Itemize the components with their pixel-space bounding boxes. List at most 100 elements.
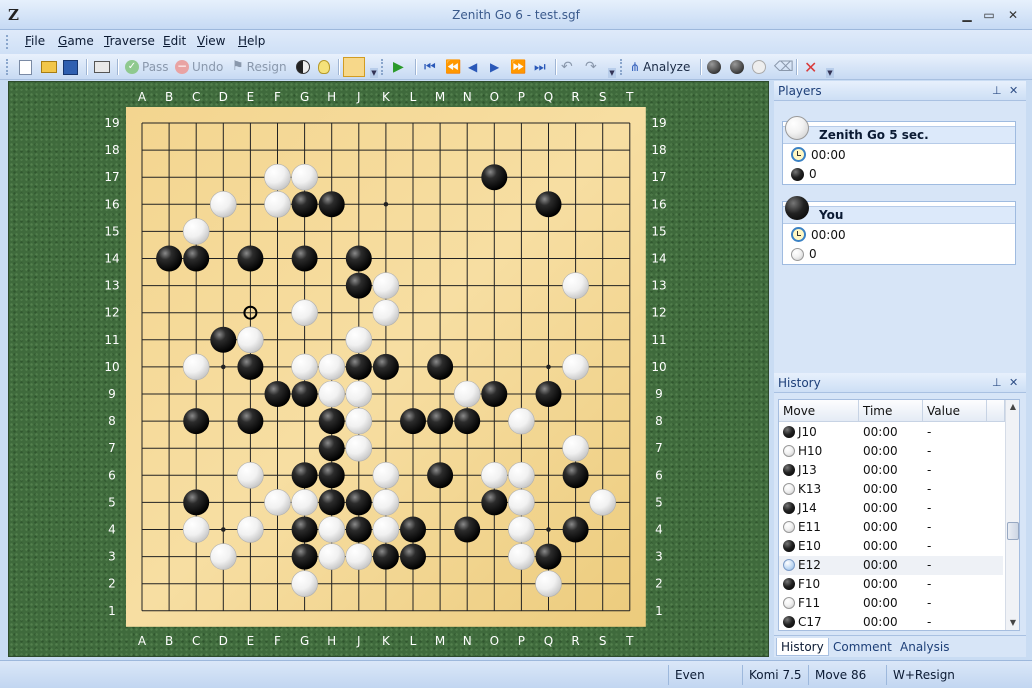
pin-icon[interactable]: ⊥	[992, 376, 1002, 389]
black-stone[interactable]	[156, 245, 183, 272]
black-stone[interactable]	[291, 381, 318, 407]
black-stone[interactable]	[264, 381, 291, 407]
history-row[interactable]: K13 00:00 -	[779, 480, 1003, 499]
toolbar-overflow-icon[interactable]: ▼	[370, 68, 378, 78]
history-row[interactable]: H10 00:00 -	[779, 442, 1003, 461]
black-stone[interactable]	[427, 408, 454, 435]
open-folder-icon[interactable]	[41, 58, 57, 76]
black-stone[interactable]	[345, 245, 372, 272]
minimize-button[interactable]: ▁	[958, 8, 976, 22]
white-stone[interactable]	[264, 489, 291, 516]
menu-file[interactable]: File	[25, 34, 45, 48]
score-icon[interactable]	[296, 58, 310, 76]
white-stone[interactable]	[562, 434, 589, 462]
history-scrollbar[interactable]: ▲ ▼	[1005, 400, 1019, 630]
white-stone[interactable]	[182, 353, 210, 381]
next-move-icon[interactable]: ▶	[490, 58, 499, 76]
white-stone[interactable]	[562, 353, 589, 381]
white-stone[interactable]	[480, 461, 508, 489]
pass-button[interactable]: ✓ Pass	[125, 58, 169, 76]
black-stone[interactable]	[481, 489, 508, 516]
white-stone[interactable]	[210, 543, 237, 570]
black-stone[interactable]	[291, 462, 318, 489]
close-icon[interactable]: ✕	[1009, 376, 1018, 389]
toolbar-overflow-icon[interactable]: ▼	[826, 68, 834, 78]
stones-icon[interactable]	[707, 58, 721, 76]
white-stone[interactable]	[318, 353, 346, 381]
previous-move-icon[interactable]: ◀	[468, 58, 477, 76]
save-icon[interactable]	[63, 58, 78, 76]
hint-bulb-icon[interactable]	[318, 58, 330, 76]
black-stone[interactable]	[291, 543, 318, 570]
print-icon[interactable]	[94, 58, 110, 76]
black-stone[interactable]	[237, 353, 264, 380]
black-stone[interactable]	[237, 245, 264, 272]
white-stone[interactable]	[372, 461, 400, 489]
white-stone[interactable]	[345, 543, 373, 570]
black-stone[interactable]	[454, 516, 481, 543]
black-stone[interactable]	[400, 408, 426, 435]
black-stone[interactable]	[291, 516, 318, 543]
toolbar-overflow-icon[interactable]: ▼	[608, 68, 616, 78]
pin-icon[interactable]: ⊥	[992, 84, 1002, 97]
black-stone[interactable]	[562, 516, 589, 543]
white-stone[interactable]	[345, 326, 373, 354]
first-move-icon[interactable]: ⏮	[424, 58, 436, 76]
white-stone[interactable]	[237, 516, 264, 543]
black-stone[interactable]	[291, 191, 318, 218]
analyze-button[interactable]: ⋔ Analyze	[630, 58, 690, 76]
go-board[interactable]: AABBCCDDEEFFGGHHJJKKLLMMNNOOPPQQRRSSTT19…	[9, 82, 770, 658]
white-stone[interactable]	[508, 461, 535, 489]
white-stone[interactable]	[453, 380, 481, 408]
menu-edit[interactable]: Edit	[163, 34, 186, 48]
black-stone[interactable]	[345, 489, 372, 516]
white-stone-icon[interactable]	[752, 58, 766, 76]
black-stone[interactable]	[237, 408, 264, 435]
black-stone[interactable]	[535, 381, 562, 407]
history-row[interactable]: E10 00:00 -	[779, 537, 1003, 556]
white-stone[interactable]	[562, 272, 589, 299]
white-stone[interactable]	[508, 543, 535, 570]
white-stone[interactable]	[291, 163, 318, 191]
white-stone[interactable]	[345, 434, 373, 462]
white-stone[interactable]	[182, 218, 210, 245]
history-row[interactable]: F11 00:00 -	[779, 594, 1003, 613]
black-stone[interactable]	[318, 462, 345, 489]
white-stone[interactable]	[589, 489, 617, 516]
black-stone[interactable]	[535, 543, 562, 570]
white-stone[interactable]	[237, 461, 264, 489]
black-stone[interactable]	[427, 353, 454, 380]
tab-history[interactable]: History	[776, 638, 829, 656]
close-icon[interactable]: ✕	[1009, 84, 1018, 97]
scroll-down-icon[interactable]: ▼	[1006, 616, 1019, 630]
maximize-button[interactable]: ▭	[980, 8, 998, 22]
black-stone[interactable]	[210, 326, 237, 353]
black-stone[interactable]	[345, 353, 372, 380]
black-stone[interactable]	[183, 245, 210, 272]
white-stone[interactable]	[372, 272, 400, 299]
column-header-time[interactable]: Time	[859, 400, 923, 422]
tab-analysis[interactable]: Analysis	[896, 638, 953, 656]
rewind-icon[interactable]: ⏪	[445, 58, 461, 76]
black-stone[interactable]	[345, 516, 372, 543]
white-stone[interactable]	[318, 516, 346, 543]
white-stone[interactable]	[372, 299, 400, 326]
history-row[interactable]: J14 00:00 -	[779, 499, 1003, 518]
white-stone[interactable]	[264, 163, 291, 191]
black-stone-icon[interactable]	[730, 58, 744, 76]
white-stone[interactable]	[237, 326, 264, 354]
black-stone[interactable]	[291, 245, 318, 272]
resign-button[interactable]: ⚑ Resign	[232, 58, 287, 76]
column-header-move[interactable]: Move	[779, 400, 859, 422]
white-stone[interactable]	[182, 516, 210, 543]
eraser-icon[interactable]: ⌫	[774, 58, 794, 76]
white-stone[interactable]	[291, 299, 318, 326]
black-stone[interactable]	[318, 191, 345, 218]
white-stone[interactable]	[372, 516, 400, 543]
history-row[interactable]: C17 00:00 -	[779, 613, 1003, 630]
last-move-icon[interactable]: ⏭	[534, 58, 546, 76]
history-row[interactable]: J10 00:00 -	[779, 423, 1003, 442]
menu-help[interactable]: Help	[238, 34, 265, 48]
menu-traverse[interactable]: Traverse	[104, 34, 155, 48]
black-stone[interactable]	[318, 489, 345, 516]
